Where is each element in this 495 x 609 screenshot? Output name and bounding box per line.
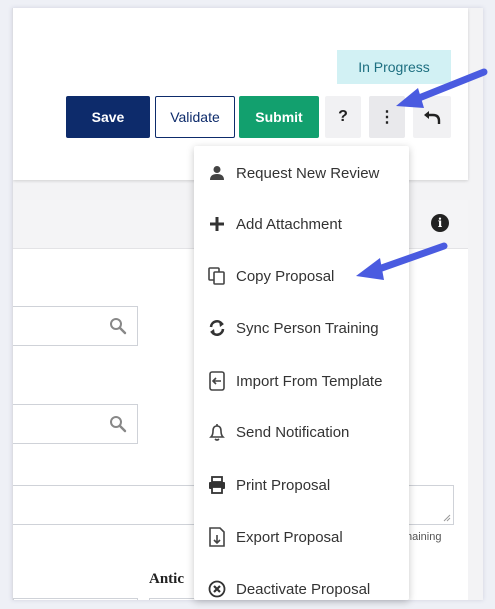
save-button[interactable]: Save xyxy=(66,96,150,138)
info-icon[interactable]: i xyxy=(431,214,449,232)
menu-item-label: Deactivate Proposal xyxy=(236,580,371,598)
menu-item-sync-person-training[interactable]: Sync Person Training xyxy=(194,308,409,348)
user-icon xyxy=(206,163,228,183)
menu-item-send-notification[interactable]: Send Notification xyxy=(194,412,409,452)
menu-item-request-new-review[interactable]: Request New Review xyxy=(194,153,409,193)
menu-item-label: Send Notification xyxy=(236,423,350,441)
deactivate-icon xyxy=(206,579,228,599)
menu-item-print-proposal[interactable]: Print Proposal xyxy=(194,465,409,505)
search-input-2[interactable] xyxy=(13,404,138,444)
menu-item-label: Export Proposal xyxy=(236,528,343,546)
export-icon xyxy=(206,527,228,547)
menu-item-export-proposal[interactable]: Export Proposal xyxy=(194,517,409,557)
menu-item-import-from-template[interactable]: Import From Template xyxy=(194,361,409,401)
anticipated-label: Antic xyxy=(149,571,184,587)
import-icon xyxy=(206,371,228,391)
help-button[interactable]: ? xyxy=(325,96,361,138)
menu-item-deactivate-proposal[interactable]: Deactivate Proposal xyxy=(194,569,409,609)
resize-handle-icon xyxy=(443,514,451,522)
plus-icon xyxy=(206,214,228,234)
menu-item-label: Request New Review xyxy=(236,164,380,182)
menu-item-add-attachment[interactable]: Add Attachment xyxy=(194,204,409,244)
search-icon xyxy=(110,416,127,433)
validate-button[interactable]: Validate xyxy=(155,96,235,138)
submit-button[interactable]: Submit xyxy=(239,96,319,138)
annotation-arrow-icon xyxy=(396,68,488,108)
print-icon xyxy=(206,475,228,495)
menu-item-label: Sync Person Training xyxy=(236,319,379,337)
menu-item-label: Copy Proposal xyxy=(236,267,335,285)
menu-item-label: Import From Template xyxy=(236,372,383,390)
more-options-menu: Request New Review Add Attachment Copy P… xyxy=(194,146,409,600)
search-input-1[interactable] xyxy=(13,306,138,346)
menu-item-label: Add Attachment xyxy=(236,215,342,233)
menu-item-label: Print Proposal xyxy=(236,476,331,494)
sync-icon xyxy=(206,318,228,338)
copy-icon xyxy=(206,266,228,286)
characters-remaining: naining xyxy=(406,531,442,543)
bell-icon xyxy=(206,422,228,442)
annotation-arrow-icon xyxy=(356,242,448,280)
search-icon xyxy=(110,318,127,335)
